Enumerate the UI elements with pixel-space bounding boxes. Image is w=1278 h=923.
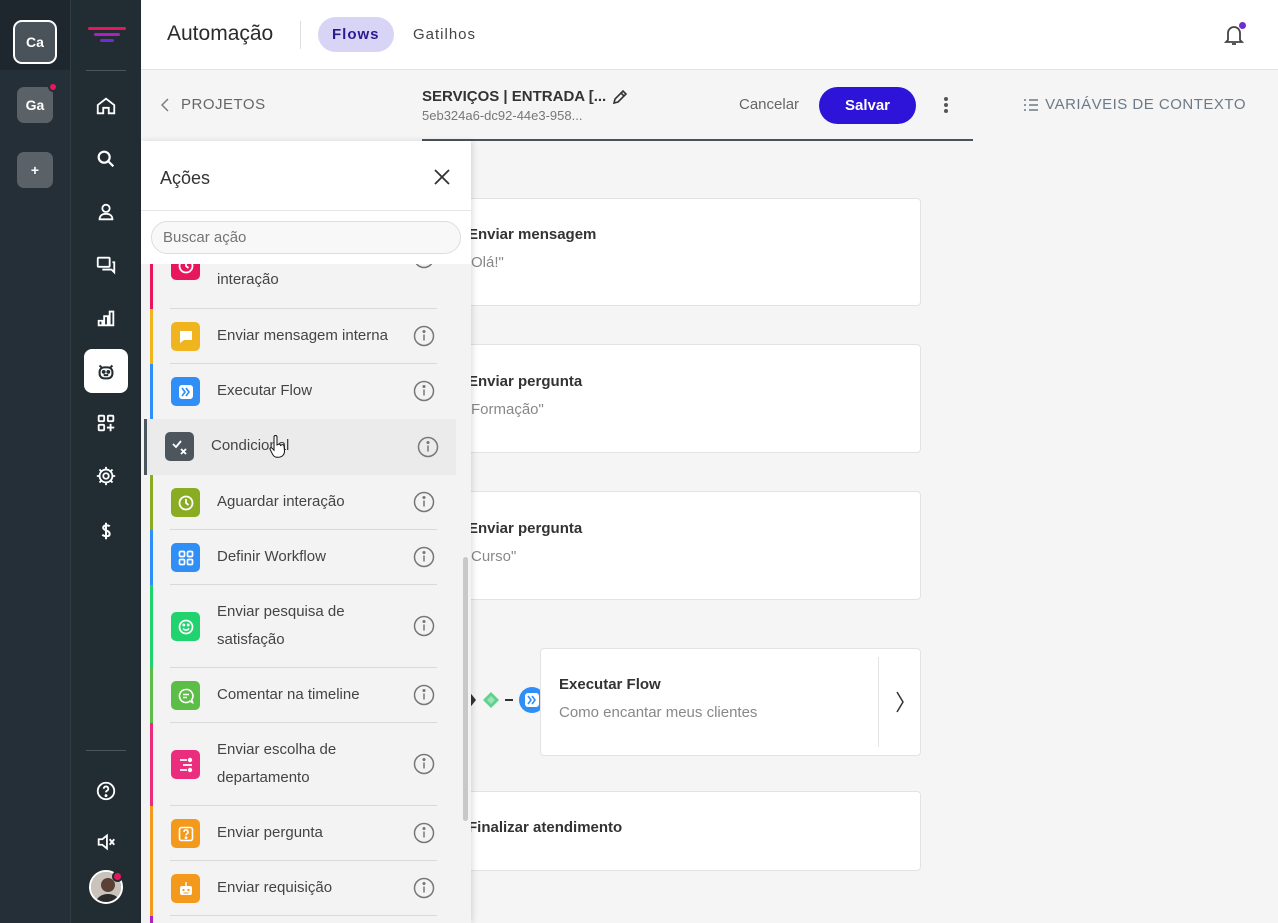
info-icon[interactable] bbox=[417, 436, 439, 458]
chart-icon[interactable] bbox=[84, 296, 128, 340]
search-action-input[interactable] bbox=[151, 221, 461, 254]
flow-node-card[interactable]: Enviar pergunta Curso" bbox=[440, 491, 921, 600]
panel-title: Ações bbox=[160, 168, 211, 188]
apps-add-icon[interactable] bbox=[84, 401, 128, 445]
execute-flow-node-card[interactable]: Executar Flow Como encantar meus cliente… bbox=[540, 648, 921, 756]
workspace-ca[interactable]: Ca bbox=[13, 20, 57, 64]
more-options-icon[interactable] bbox=[943, 96, 949, 114]
info-icon[interactable] bbox=[413, 264, 435, 269]
node-subtitle: Curso" bbox=[471, 548, 517, 565]
tab-flows[interactable]: Flows bbox=[318, 17, 394, 52]
grid-icon bbox=[171, 543, 200, 572]
top-header: Automação Flows Gatilhos bbox=[141, 0, 1278, 70]
node-title: Finalizar atendimento bbox=[468, 819, 623, 836]
save-button[interactable]: Salvar bbox=[819, 87, 916, 124]
close-icon[interactable] bbox=[433, 168, 451, 186]
node-subtitle: Olá!" bbox=[471, 254, 504, 271]
list-item-dragging[interactable]: Condicional bbox=[144, 419, 462, 475]
info-icon[interactable] bbox=[413, 684, 435, 706]
search-icon[interactable] bbox=[84, 137, 128, 181]
context-variables-button[interactable]: VARIÁVEIS DE CONTEXTO bbox=[1023, 96, 1246, 113]
department-icon bbox=[171, 750, 200, 779]
home-icon[interactable] bbox=[84, 84, 128, 128]
node-subtitle: Formação" bbox=[471, 401, 544, 418]
dollar-icon[interactable] bbox=[84, 509, 128, 553]
clock-icon bbox=[171, 264, 200, 280]
tab-gatilhos[interactable]: Gatilhos bbox=[399, 17, 490, 52]
node-title: Enviar mensagem bbox=[468, 226, 597, 243]
actions-list: interação Enviar mensagem interna Execut… bbox=[141, 264, 471, 923]
list-item[interactable]: Enviar requisição bbox=[150, 861, 456, 916]
list-item[interactable]: Comentar na timeline bbox=[150, 668, 456, 723]
flow-node-card[interactable]: Enviar mensagem Olá!" bbox=[440, 198, 921, 306]
node-title: Executar Flow bbox=[559, 676, 661, 693]
conditional-icon bbox=[165, 432, 194, 461]
node-title: Enviar pergunta bbox=[468, 373, 583, 390]
back-to-projects-link[interactable]: PROJETOS bbox=[161, 96, 266, 113]
comment-icon bbox=[171, 681, 200, 710]
bot-icon[interactable] bbox=[84, 349, 128, 393]
node-connector bbox=[466, 686, 545, 714]
node-subtitle: Como encantar meus clientes bbox=[559, 704, 758, 721]
cancel-button[interactable]: Cancelar bbox=[739, 96, 799, 113]
list-item[interactable]: Enviar pergunta bbox=[150, 806, 456, 861]
hand-cursor-icon bbox=[269, 435, 287, 459]
help-icon[interactable] bbox=[84, 769, 128, 813]
main-nav-rail bbox=[70, 0, 141, 923]
scrollbar-thumb[interactable] bbox=[463, 557, 468, 821]
list-icon bbox=[1024, 98, 1039, 111]
list-item[interactable]: Enviar mensagem interna bbox=[150, 309, 456, 364]
flow-subheader: PROJETOS SERVIÇOS | ENTRADA [... 5eb324a… bbox=[141, 70, 1278, 141]
list-item[interactable]: Aguardar interação bbox=[150, 475, 456, 530]
flow-title-underline bbox=[422, 139, 973, 141]
brand-logo bbox=[88, 26, 126, 44]
info-icon[interactable] bbox=[413, 380, 435, 402]
notification-dot bbox=[48, 82, 58, 92]
flow-id: 5eb324a6-dc92-44e3-958... bbox=[422, 108, 583, 123]
node-title: Enviar pergunta bbox=[468, 520, 583, 537]
workspace-ga[interactable]: Ga bbox=[17, 82, 58, 123]
gear-icon[interactable] bbox=[84, 454, 128, 498]
list-item[interactable]: Executar Flow bbox=[150, 364, 456, 419]
chevrons-right-icon bbox=[171, 377, 200, 406]
smile-icon bbox=[171, 612, 200, 641]
clock-icon bbox=[171, 488, 200, 517]
add-workspace-button[interactable]: + bbox=[17, 152, 53, 188]
info-icon[interactable] bbox=[413, 491, 435, 513]
actions-panel: Ações interação Enviar mensagem interna bbox=[141, 141, 471, 923]
message-icon bbox=[171, 322, 200, 351]
robot-icon bbox=[171, 874, 200, 903]
pencil-icon[interactable] bbox=[611, 88, 629, 106]
flow-node-card[interactable]: Enviar pergunta Formação" bbox=[440, 344, 921, 453]
info-icon[interactable] bbox=[413, 546, 435, 568]
question-icon bbox=[171, 819, 200, 848]
info-icon[interactable] bbox=[413, 877, 435, 899]
info-icon[interactable] bbox=[413, 753, 435, 775]
avatar-status-dot bbox=[112, 871, 123, 882]
info-icon[interactable] bbox=[413, 325, 435, 347]
list-item[interactable]: interação bbox=[150, 264, 456, 309]
info-icon[interactable] bbox=[413, 615, 435, 637]
chevron-right-icon[interactable] bbox=[895, 691, 905, 713]
flow-title: SERVIÇOS | ENTRADA [... bbox=[422, 88, 607, 105]
flow-node-card[interactable]: Finalizar atendimento bbox=[440, 791, 921, 871]
chat-icon[interactable] bbox=[84, 243, 128, 287]
workspace-rail: Ca Ga + bbox=[0, 0, 70, 923]
info-icon[interactable] bbox=[413, 822, 435, 844]
sound-muted-icon[interactable] bbox=[84, 820, 128, 864]
chevron-left-icon bbox=[161, 98, 169, 111]
user-icon[interactable] bbox=[84, 190, 128, 234]
list-item[interactable]: Definir Workflow bbox=[150, 530, 456, 585]
bell-icon[interactable] bbox=[1223, 22, 1246, 46]
page-title: Automação bbox=[167, 22, 274, 45]
list-item[interactable]: Enviar pesquisa de satisfação bbox=[150, 585, 456, 668]
list-item[interactable]: Enviar escolha de departamento bbox=[150, 723, 456, 806]
flow-name: SERVIÇOS | ENTRADA [... 5eb324a6-dc92-44… bbox=[422, 88, 606, 123]
